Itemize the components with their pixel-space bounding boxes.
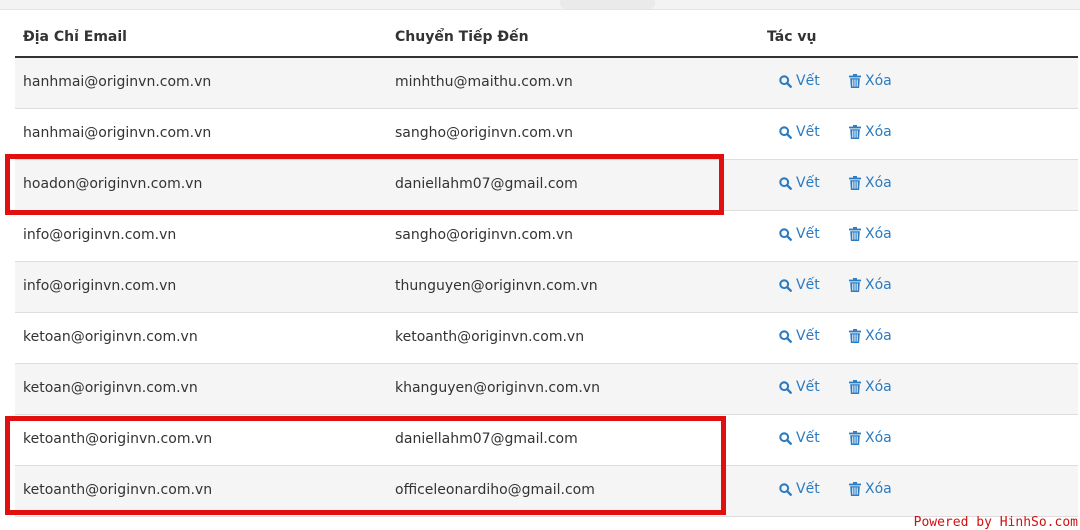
forwarders-table: Địa Chỉ Email Chuyển Tiếp Đến Tác vụ han… <box>15 20 1078 517</box>
table-row: hanhmai@originvn.com.vn minhthu@maithu.co… <box>15 58 1078 109</box>
delete-link[interactable]: Xóa <box>849 430 892 446</box>
email-address-cell: ketoanth@originvn.com.vn <box>23 482 213 498</box>
table-body: hanhmai@originvn.com.vn minhthu@maithu.co… <box>15 58 1078 517</box>
delete-link-label: Xóa <box>865 328 892 344</box>
trace-link-label: Vết <box>796 328 820 344</box>
trace-link[interactable]: Vết <box>779 277 820 293</box>
delete-link-label: Xóa <box>865 175 892 191</box>
top-tab-strip <box>0 0 1080 10</box>
delete-link[interactable]: Xóa <box>849 328 892 344</box>
forward-to-cell: daniellahm07@gmail.com <box>395 431 578 447</box>
trash-icon <box>849 227 865 241</box>
delete-link-label: Xóa <box>865 124 892 140</box>
delete-link[interactable]: Xóa <box>849 124 892 140</box>
trash-icon <box>849 431 865 445</box>
forward-to-cell: sangho@originvn.com.vn <box>395 125 574 141</box>
email-address-cell: info@originvn.com.vn <box>23 227 177 243</box>
table-row: hoadon@originvn.com.vn daniellahm07@gmail… <box>15 160 1078 211</box>
delete-link[interactable]: Xóa <box>849 226 892 242</box>
forward-to-cell: khanguyen@originvn.com.vn <box>395 380 600 396</box>
forward-to-cell: thunguyen@originvn.com.vn <box>395 278 598 294</box>
forward-to-cell: sangho@originvn.com.vn <box>395 227 574 243</box>
search-icon <box>779 482 796 496</box>
delete-link[interactable]: Xóa <box>849 481 892 497</box>
trace-link[interactable]: Vết <box>779 226 820 242</box>
search-icon <box>779 431 796 445</box>
search-icon <box>779 74 796 88</box>
trace-link[interactable]: Vết <box>779 124 820 140</box>
delete-link-label: Xóa <box>865 379 892 395</box>
trash-icon <box>849 74 865 88</box>
email-address-cell: hanhmai@originvn.com.vn <box>23 125 212 141</box>
delete-link-label: Xóa <box>865 430 892 446</box>
search-icon <box>779 176 796 190</box>
trace-link-label: Vết <box>796 73 820 89</box>
search-icon <box>779 227 796 241</box>
trace-link-label: Vết <box>796 277 820 293</box>
trace-link[interactable]: Vết <box>779 481 820 497</box>
header-actions: Tác vụ <box>767 29 817 45</box>
trace-link-label: Vết <box>796 226 820 242</box>
top-tab-handle <box>560 0 655 9</box>
trash-icon <box>849 482 865 496</box>
forward-to-cell: minhthu@maithu.com.vn <box>395 74 573 90</box>
delete-link-label: Xóa <box>865 277 892 293</box>
trash-icon <box>849 380 865 394</box>
trace-link[interactable]: Vết <box>779 328 820 344</box>
email-address-cell: hoadon@originvn.com.vn <box>23 176 203 192</box>
trace-link[interactable]: Vết <box>779 430 820 446</box>
delete-link[interactable]: Xóa <box>849 277 892 293</box>
delete-link-label: Xóa <box>865 481 892 497</box>
trace-link-label: Vết <box>796 175 820 191</box>
trace-link[interactable]: Vết <box>779 73 820 89</box>
table-row: info@originvn.com.vn sangho@originvn.com.… <box>15 211 1078 262</box>
trash-icon <box>849 176 865 190</box>
watermark: Powered by HinhSo.com <box>913 515 1078 530</box>
email-address-cell: ketoan@originvn.com.vn <box>23 380 198 396</box>
trace-link-label: Vết <box>796 379 820 395</box>
delete-link[interactable]: Xóa <box>849 175 892 191</box>
table-row: ketoan@originvn.com.vn khanguyen@originvn… <box>15 364 1078 415</box>
delete-link-label: Xóa <box>865 226 892 242</box>
trash-icon <box>849 329 865 343</box>
table-row: hanhmai@originvn.com.vn sangho@originvn.c… <box>15 109 1078 160</box>
table-row: ketoan@originvn.com.vn ketoanth@originvn.… <box>15 313 1078 364</box>
table-row: ketoanth@originvn.com.vn daniellahm07@gma… <box>15 415 1078 466</box>
trace-link-label: Vết <box>796 124 820 140</box>
header-forward-to: Chuyển Tiếp Đến <box>395 29 529 45</box>
email-address-cell: hanhmai@originvn.com.vn <box>23 74 212 90</box>
email-address-cell: info@originvn.com.vn <box>23 278 177 294</box>
search-icon <box>779 329 796 343</box>
forward-to-cell: daniellahm07@gmail.com <box>395 176 578 192</box>
forward-to-cell: ketoanth@originvn.com.vn <box>395 329 585 345</box>
table-header: Địa Chỉ Email Chuyển Tiếp Đến Tác vụ <box>15 20 1078 58</box>
delete-link[interactable]: Xóa <box>849 379 892 395</box>
delete-link-label: Xóa <box>865 73 892 89</box>
trash-icon <box>849 125 865 139</box>
header-email-address: Địa Chỉ Email <box>23 29 127 45</box>
table-row: info@originvn.com.vn thunguyen@originvn.c… <box>15 262 1078 313</box>
trace-link[interactable]: Vết <box>779 379 820 395</box>
email-address-cell: ketoanth@originvn.com.vn <box>23 431 213 447</box>
search-icon <box>779 380 796 394</box>
trace-link-label: Vết <box>796 481 820 497</box>
delete-link[interactable]: Xóa <box>849 73 892 89</box>
search-icon <box>779 125 796 139</box>
table-row: ketoanth@originvn.com.vn officeleonardiho… <box>15 466 1078 517</box>
trash-icon <box>849 278 865 292</box>
trace-link-label: Vết <box>796 430 820 446</box>
trace-link[interactable]: Vết <box>779 175 820 191</box>
email-address-cell: ketoan@originvn.com.vn <box>23 329 198 345</box>
search-icon <box>779 278 796 292</box>
forward-to-cell: officeleonardiho@gmail.com <box>395 482 595 498</box>
